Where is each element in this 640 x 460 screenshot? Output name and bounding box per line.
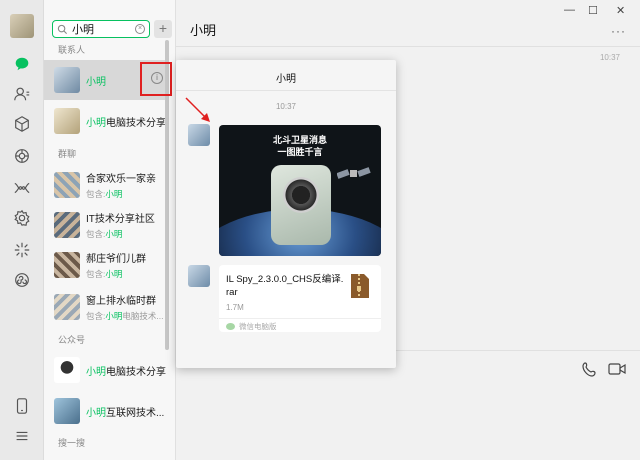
timestamp: 10:37 (599, 53, 620, 62)
avatar (54, 67, 80, 93)
moments-icon[interactable] (12, 146, 32, 166)
camera-graphic (283, 177, 319, 213)
file-message[interactable]: IL Spy_2.3.0.0_CHS反编译.rar 1.7M 微信电脑版 (219, 265, 381, 332)
search-results-panel: × + 联系人 小明 小明电脑技术分享 群聊 合家欢乐一家亲 包含:小明 IT技… (44, 0, 176, 460)
group-item[interactable]: 窗上排水临时群 包含:小明电脑技术... (48, 287, 166, 327)
contact-name: 小明电脑技术分享 (86, 117, 166, 129)
section-official-label: 公众号 (58, 335, 86, 345)
rar-archive-icon (351, 274, 369, 298)
group-item[interactable]: 合家欢乐一家亲 包含:小明 (48, 165, 166, 205)
phone-icon[interactable] (12, 396, 32, 416)
nav-rail (0, 0, 44, 460)
group-avatar (54, 252, 80, 278)
account-avatar (54, 357, 80, 383)
popup-title: 小明 (276, 74, 296, 85)
maximize-button[interactable]: ☐ (588, 4, 598, 17)
section-search-more-label[interactable]: 搜一搜 (58, 436, 85, 449)
contacts-icon[interactable] (12, 84, 32, 104)
avatar (54, 108, 80, 134)
clear-search-icon[interactable]: × (135, 24, 145, 34)
user-avatar[interactable] (10, 14, 34, 38)
sender-avatar[interactable] (188, 265, 210, 287)
group-name: 窗上排水临时群 (86, 296, 156, 307)
image-subheadline: 一图胜千言 (277, 147, 323, 157)
group-name: IT技术分享社区 (86, 214, 155, 225)
file-source: 微信电脑版 (226, 321, 277, 332)
group-name: 合家欢乐一家亲 (86, 174, 156, 185)
group-item[interactable]: 郝庄爷们儿群 包含:小明 (48, 245, 166, 285)
official-account-item[interactable]: 小明互联网技术... (48, 391, 166, 431)
divider (176, 90, 396, 91)
section-contacts-label: 联系人 (58, 45, 86, 55)
more-options-icon[interactable]: ··· (611, 24, 626, 38)
divider (176, 46, 640, 47)
menu-icon[interactable] (12, 426, 32, 446)
close-button[interactable]: ✕ (616, 4, 625, 17)
group-name: 郝庄爷们儿群 (86, 254, 146, 265)
file-name: IL Spy_2.3.0.0_CHS反编译.rar (226, 274, 344, 298)
sender-avatar[interactable] (188, 124, 210, 146)
group-avatar (54, 172, 80, 198)
group-match: 包含:小明电脑技术... (86, 311, 164, 321)
popup-timestamp: 10:37 (275, 102, 297, 111)
channels-icon[interactable] (12, 178, 32, 198)
chat-icon[interactable] (12, 54, 32, 74)
search-icon (57, 24, 68, 34)
group-avatar (54, 294, 80, 320)
group-avatar (54, 212, 80, 238)
minimize-button[interactable]: — (564, 4, 575, 16)
search-box[interactable]: × (52, 20, 150, 38)
satellite-icon (337, 167, 371, 179)
voice-call-icon[interactable] (582, 361, 598, 377)
group-match: 包含:小明 (86, 189, 123, 199)
wechat-icon (226, 323, 235, 330)
chat-title: 小明 (190, 23, 217, 38)
contact-name: 小明 (86, 76, 106, 88)
chat-preview-popup: 小明 10:37 北斗卫星消息 一图胜千言 IL Spy_2.3.0.0_CHS… (176, 60, 396, 368)
section-groups-label: 群聊 (58, 149, 77, 159)
group-item[interactable]: IT技术分享社区 包含:小明 (48, 205, 166, 245)
official-account-item[interactable]: 小明电脑技术分享 (48, 350, 166, 390)
annotation-highlight-box (140, 62, 172, 96)
add-button[interactable]: + (154, 20, 172, 38)
contact-item-xiaoming-tech[interactable]: 小明电脑技术分享 (48, 101, 166, 141)
search-icon[interactable] (12, 240, 32, 260)
divider (219, 318, 381, 319)
favorites-icon[interactable] (12, 114, 32, 134)
group-match: 包含:小明 (86, 229, 123, 239)
miniprogram-icon[interactable] (12, 270, 32, 290)
group-match: 包含:小明 (86, 269, 123, 279)
image-message[interactable]: 北斗卫星消息 一图胜千言 (219, 125, 381, 256)
account-avatar (54, 398, 80, 424)
file-size: 1.7M (226, 303, 244, 312)
account-name: 小明互联网技术... (86, 407, 165, 419)
video-call-icon[interactable] (608, 361, 626, 377)
account-name: 小明电脑技术分享 (86, 366, 166, 378)
settings-icon[interactable] (12, 208, 32, 228)
search-input[interactable] (72, 23, 132, 35)
